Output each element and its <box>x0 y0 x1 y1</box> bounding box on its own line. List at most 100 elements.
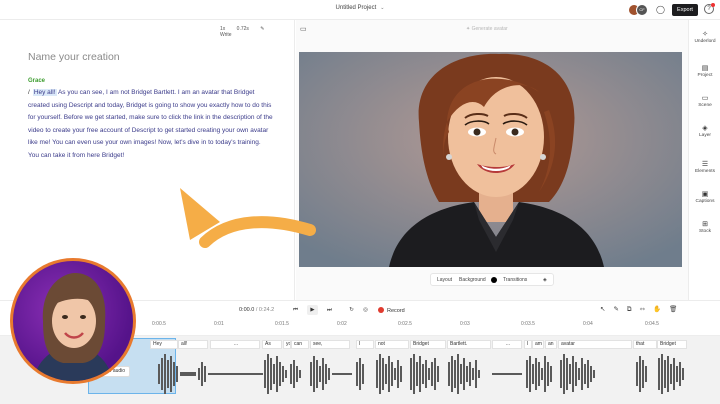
write-label: Write <box>220 32 232 38</box>
word-chip[interactable]: Bridget <box>410 340 446 349</box>
word-chip[interactable]: As <box>262 340 282 349</box>
canvas-area: ▭ ✦ Generate avatar Layout Background Tr… <box>296 20 688 300</box>
hand-tool-icon[interactable]: ✋ <box>653 306 661 313</box>
skip-forward-button[interactable]: ⏭ <box>324 305 335 315</box>
sidebar-item-stock[interactable]: ⊞ Stock <box>689 220 720 234</box>
pencil-icon: ✎ <box>260 26 265 32</box>
layers-icon[interactable]: ◈ <box>543 277 547 283</box>
avatar-initials: CF <box>636 4 648 16</box>
stock-icon: ⊞ <box>702 221 708 228</box>
script-marker: / <box>28 89 30 96</box>
avatar-illustration <box>299 52 682 267</box>
generate-avatar-button[interactable]: ✦ Generate avatar <box>466 26 508 32</box>
script-text[interactable]: / Hey all! As you can see, I am not Bridg… <box>28 87 273 162</box>
scene-icon: ▭ <box>701 95 709 102</box>
presenter-webcam <box>10 258 136 384</box>
ruler-tick: 0:01 <box>214 321 224 327</box>
project-title[interactable]: Untitled Project ⌄ <box>0 5 720 11</box>
curved-arrow <box>180 188 316 248</box>
word-chip[interactable]: can <box>291 340 309 349</box>
generate-avatar-label: Generate avatar <box>471 26 508 32</box>
captions-icon: ▣ <box>701 191 709 198</box>
script-body[interactable]: As you can see, I am not Bridget Bartlet… <box>28 89 273 159</box>
word-chip[interactable]: not <box>375 340 409 349</box>
help-button[interactable]: ? <box>704 3 715 14</box>
sidebar-item-label: Elements <box>695 169 715 174</box>
collaborator-avatars[interactable]: CF <box>628 4 650 16</box>
presenter-illustration <box>33 273 113 381</box>
scene-controls-bar: Layout Background Transitions ◈ <box>430 273 554 286</box>
video-preview[interactable] <box>299 52 682 267</box>
sidebar-item-scene[interactable]: ▭ Scene <box>689 94 720 108</box>
word-chip[interactable]: ... <box>210 340 260 349</box>
highlighted-word[interactable]: Hey all! <box>32 89 57 96</box>
mic-icon[interactable]: ◎ <box>360 305 371 315</box>
creation-title-input[interactable]: Name your creation <box>28 51 120 63</box>
split-tool-icon[interactable]: ⇿ <box>640 306 645 313</box>
word-chip[interactable]: you <box>283 340 291 349</box>
ruler-tick: 0:02.5 <box>398 321 412 327</box>
crop-tool-icon[interactable]: ⧉ <box>627 306 632 313</box>
underlord-icon: ✧ <box>702 31 708 38</box>
background-color-swatch[interactable] <box>491 277 497 283</box>
sidebar-item-captions[interactable]: ▣ Captions <box>689 190 720 204</box>
sidebar-item-underlord[interactable]: ✧ Underlord <box>689 30 720 44</box>
project-icon: ▤ <box>701 65 709 72</box>
export-button[interactable]: Export <box>672 4 698 16</box>
script-toolbar: 1x 0.72s ✎ Write <box>220 26 294 38</box>
sidebar-item-label: Underlord <box>694 39 716 44</box>
ruler-tick: 0:03 <box>460 321 470 327</box>
trash-icon[interactable]: 🗑 <box>669 306 677 313</box>
sidebar-item-label: Stock <box>699 229 711 234</box>
word-chip[interactable]: I <box>356 340 374 349</box>
ruler-tick: 0:02 <box>337 321 347 327</box>
presenter-photo <box>13 261 133 381</box>
pen-tool-icon[interactable]: ✎ <box>613 306 618 313</box>
word-chip[interactable]: Hey <box>150 340 178 349</box>
word-chip[interactable]: all! <box>178 340 208 349</box>
top-bar: Untitled Project ⌄ CF ◯ Export ? <box>0 0 720 20</box>
word-chip[interactable]: an <box>545 340 557 349</box>
sidebar-item-layer[interactable]: ◈ Layer <box>689 124 720 138</box>
sidebar-item-project[interactable]: ▤ Project <box>689 64 720 78</box>
elements-icon: ☰ <box>701 161 709 168</box>
sidebar-item-label: Project <box>697 73 713 78</box>
chevron-down-icon: ⌄ <box>380 5 385 11</box>
word-chip[interactable]: avatar <box>558 340 632 349</box>
loop-icon[interactable]: ↻ <box>346 305 357 315</box>
ruler-tick: 0:04.5 <box>645 321 659 327</box>
record-label: Record <box>387 308 405 314</box>
transitions-button[interactable]: Transitions <box>503 277 527 283</box>
word-chip[interactable]: Bartlett. <box>447 340 491 349</box>
record-dot-icon <box>378 307 384 313</box>
skip-back-button[interactable]: ⏮ <box>290 305 301 315</box>
ruler-tick: 0:01.5 <box>275 321 289 327</box>
ruler-tick: 0:00.5 <box>152 321 166 327</box>
record-button[interactable]: Record <box>378 307 405 314</box>
speaker-label[interactable]: Grace <box>28 78 45 84</box>
word-chip[interactable]: am <box>532 340 544 349</box>
project-title-label: Untitled Project <box>335 5 377 11</box>
ruler-tick: 0:03.5 <box>521 321 535 327</box>
sidebar-item-elements[interactable]: ☰ Elements <box>689 160 720 174</box>
word-chip[interactable]: that <box>633 340 657 349</box>
total-time: / 0:24.2 <box>254 307 275 313</box>
background-button[interactable]: Background <box>459 277 486 283</box>
word-chip[interactable]: ... <box>492 340 522 349</box>
sidebar-item-label: Captions <box>695 199 715 204</box>
word-chip[interactable]: see, <box>310 340 350 349</box>
sidebar-item-label: Scene <box>698 103 712 108</box>
time-display: 0:00.0 / 0:24.2 <box>239 307 274 313</box>
play-button[interactable]: ▶ <box>307 305 318 315</box>
select-tool-icon[interactable]: ↖ <box>600 306 605 313</box>
ruler-tick: 0:04 <box>583 321 593 327</box>
word-chip[interactable]: Bridget <box>657 340 687 349</box>
comment-icon[interactable]: ◯ <box>656 5 665 14</box>
layout-button[interactable]: Layout <box>437 277 452 283</box>
word-chip[interactable]: I <box>524 340 532 349</box>
current-time: 0:00.0 <box>239 307 255 313</box>
canvas-frame-icon[interactable]: ▭ <box>300 25 307 33</box>
timeline-tools: ↖ ✎ ⧉ ⇿ ✋ 🗑 <box>600 305 685 314</box>
sidebar-item-label: Layer <box>699 133 711 138</box>
layer-icon: ◈ <box>702 125 708 132</box>
